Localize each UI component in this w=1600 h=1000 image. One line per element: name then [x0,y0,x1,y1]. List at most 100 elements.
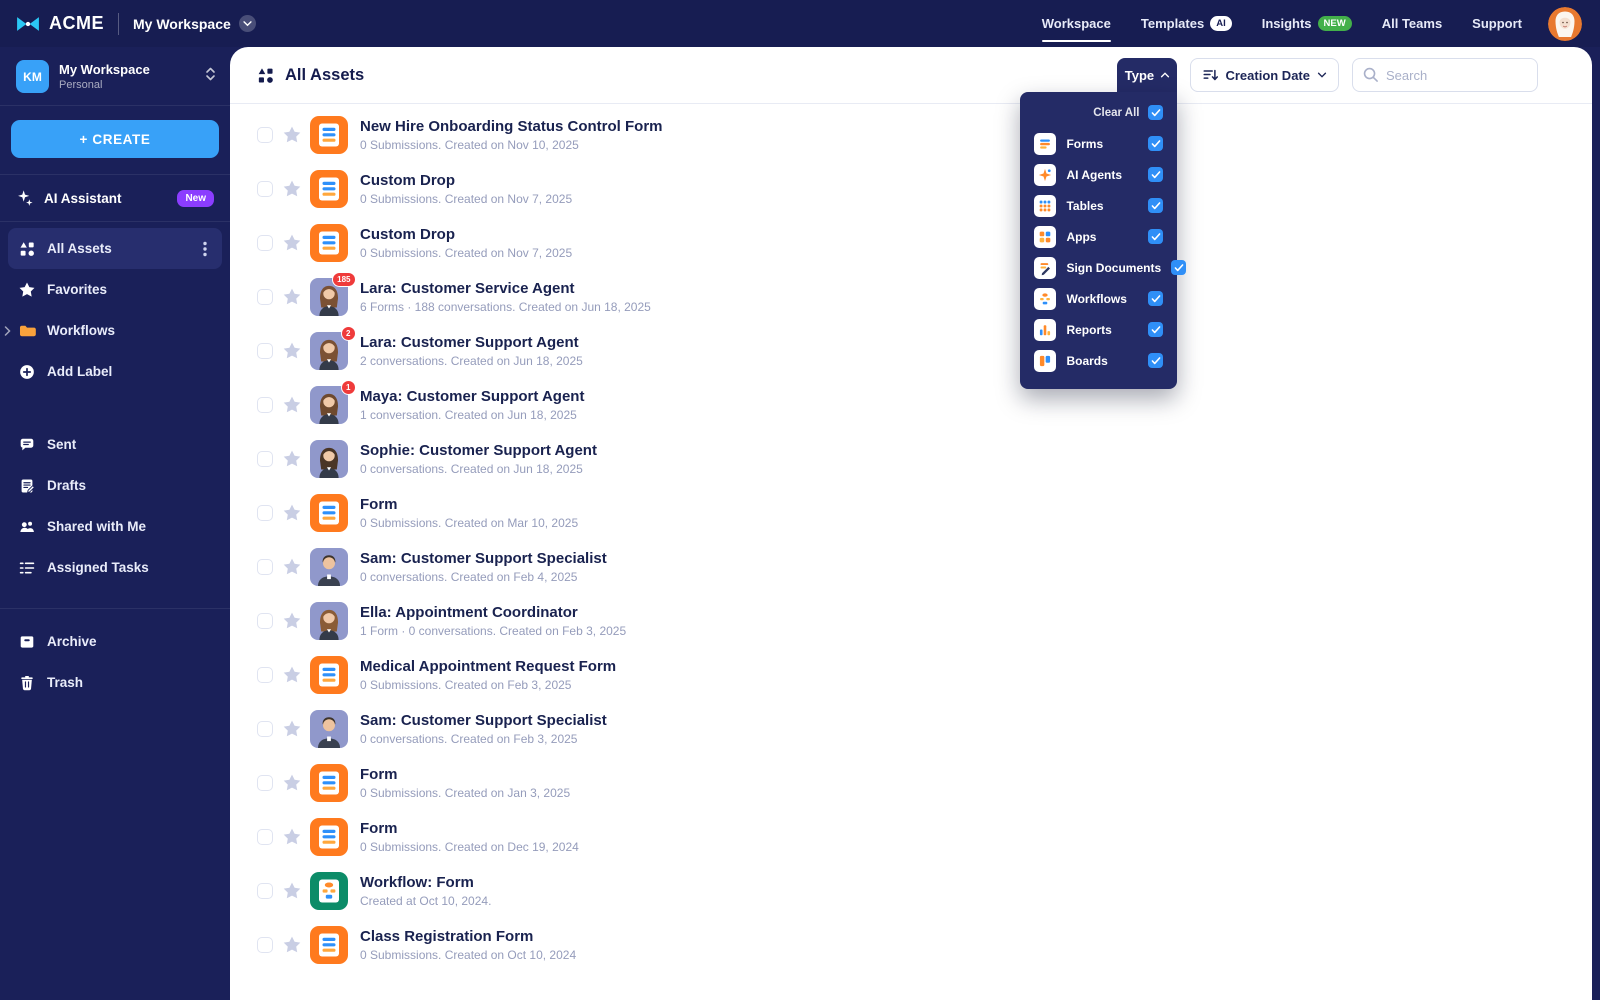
favorite-star-icon[interactable] [282,557,302,577]
sidebar-item-assigned-tasks[interactable]: Assigned Tasks [8,547,222,588]
favorite-star-icon[interactable] [282,611,302,631]
asset-row[interactable]: Workflow: Form Created at Oct 10, 2024. [230,864,1592,918]
row-checkbox[interactable] [257,343,273,359]
row-checkbox[interactable] [257,181,273,197]
clear-all-option[interactable]: Clear All [1020,101,1177,128]
asset-title: Lara: Customer Support Agent [360,334,583,351]
row-checkbox[interactable] [257,883,273,899]
row-checkbox[interactable] [257,127,273,143]
favorite-star-icon[interactable] [282,827,302,847]
asset-row[interactable]: Ella: Appointment Coordinator 1 Form · 0… [230,594,1592,648]
row-checkbox[interactable] [257,937,273,953]
user-avatar[interactable] [1548,7,1582,41]
favorite-star-icon[interactable] [282,935,302,955]
topnav-templates[interactable]: TemplatesAI [1141,0,1232,47]
filter-option-checkbox[interactable] [1148,322,1163,337]
row-checkbox[interactable] [257,829,273,845]
filter-option-checkbox[interactable] [1148,136,1163,151]
brand-logo[interactable]: ACME [16,13,104,34]
sidebar-item-trash[interactable]: Trash [8,662,222,703]
clear-all-checkbox[interactable] [1148,105,1163,120]
sidebar-item-workflows[interactable]: Workflows [8,310,222,351]
topnav-insights[interactable]: InsightsNEW [1262,0,1352,47]
sidebar-item-drafts[interactable]: Drafts [8,465,222,506]
type-filter-button[interactable]: Type [1117,58,1177,92]
workspace-switcher[interactable]: My Workspace [133,15,256,32]
sidebar-item-shared-with-me[interactable]: Shared with Me [8,506,222,547]
row-checkbox[interactable] [257,505,273,521]
sidebar-item-sent[interactable]: Sent [8,424,222,465]
filter-option-forms[interactable]: Forms [1020,128,1177,159]
filter-option-ai-agents[interactable]: AI Agents [1020,159,1177,190]
row-checkbox[interactable] [257,235,273,251]
row-checkbox[interactable] [257,397,273,413]
asset-row[interactable]: Form 0 Submissions. Created on Jan 3, 20… [230,756,1592,810]
filter-option-checkbox[interactable] [1148,291,1163,306]
sidebar-item-favorites[interactable]: Favorites [8,269,222,310]
filter-option-sign-documents[interactable]: Sign Documents [1020,252,1177,283]
row-checkbox[interactable] [257,559,273,575]
notification-badge: 185 [332,272,356,287]
sidebar-item-all-assets[interactable]: All Assets [8,228,222,269]
favorite-star-icon[interactable] [282,665,302,685]
asset-row[interactable]: Sam: Customer Support Specialist 0 conve… [230,702,1592,756]
row-checkbox[interactable] [257,289,273,305]
sidebar-item-archive[interactable]: Archive [8,621,222,662]
row-checkbox[interactable] [257,451,273,467]
asset-row[interactable]: Medical Appointment Request Form 0 Submi… [230,648,1592,702]
sparkles-icon [16,189,34,207]
topnav-support[interactable]: Support [1472,0,1522,47]
asset-subtitle: 0 conversations. Created on Feb 3, 2025 [360,732,607,746]
chevron-right-icon[interactable] [4,326,11,336]
create-button[interactable]: + CREATE [11,120,219,158]
asset-row[interactable]: Sam: Customer Support Specialist 0 conve… [230,540,1592,594]
sort-button[interactable]: Creation Date [1190,58,1339,92]
asset-title: Custom Drop [360,172,572,189]
favorite-star-icon[interactable] [282,773,302,793]
favorite-star-icon[interactable] [282,449,302,469]
asset-row[interactable]: 185 Lara: Customer Service Agent 6 Forms… [230,270,1592,324]
asset-row[interactable]: 2 Lara: Customer Support Agent 2 convers… [230,324,1592,378]
asset-row[interactable]: Sophie: Customer Support Agent 0 convers… [230,432,1592,486]
filter-option-boards[interactable]: Boards [1020,345,1177,376]
ai-assistant-label: AI Assistant [44,191,167,206]
filter-option-checkbox[interactable] [1148,353,1163,368]
favorite-star-icon[interactable] [282,719,302,739]
sidebar-workspace-switcher[interactable]: KM My Workspace Personal [0,47,230,106]
kebab-menu-icon[interactable] [198,241,212,257]
favorite-star-icon[interactable] [282,881,302,901]
filter-option-workflows[interactable]: Workflows [1020,283,1177,314]
sidebar-item-add-label[interactable]: Add Label [8,351,222,392]
favorite-star-icon[interactable] [282,233,302,253]
asset-row[interactable]: Form 0 Submissions. Created on Dec 19, 2… [230,810,1592,864]
asset-row[interactable]: New Hire Onboarding Status Control Form … [230,108,1592,162]
row-checkbox[interactable] [257,613,273,629]
sidebar-item-ai-assistant[interactable]: AI Assistant New [0,174,230,222]
favorite-star-icon[interactable] [282,125,302,145]
filter-option-checkbox[interactable] [1148,167,1163,182]
filter-option-checkbox[interactable] [1148,198,1163,213]
search-input[interactable] [1352,58,1538,92]
filter-option-checkbox[interactable] [1171,260,1186,275]
asset-row[interactable]: Custom Drop 0 Submissions. Created on No… [230,216,1592,270]
filter-option-apps[interactable]: Apps [1020,221,1177,252]
favorite-star-icon[interactable] [282,341,302,361]
filter-option-checkbox[interactable] [1148,229,1163,244]
favorite-star-icon[interactable] [282,179,302,199]
row-checkbox[interactable] [257,667,273,683]
topnav-workspace[interactable]: Workspace [1042,0,1111,47]
asset-row[interactable]: Form 0 Submissions. Created on Mar 10, 2… [230,486,1592,540]
asset-row[interactable]: 1 Maya: Customer Support Agent 1 convers… [230,378,1592,432]
row-checkbox[interactable] [257,775,273,791]
filter-option-reports[interactable]: Reports [1020,314,1177,345]
asset-row[interactable]: Custom Drop 0 Submissions. Created on No… [230,162,1592,216]
filter-option-tables[interactable]: Tables [1020,190,1177,221]
asset-row[interactable]: Class Registration Form 0 Submissions. C… [230,918,1592,972]
topnav-all-teams[interactable]: All Teams [1382,0,1442,47]
row-checkbox[interactable] [257,721,273,737]
form-icon [310,494,348,532]
favorite-star-icon[interactable] [282,503,302,523]
asset-title: Class Registration Form [360,928,576,945]
favorite-star-icon[interactable] [282,395,302,415]
favorite-star-icon[interactable] [282,287,302,307]
